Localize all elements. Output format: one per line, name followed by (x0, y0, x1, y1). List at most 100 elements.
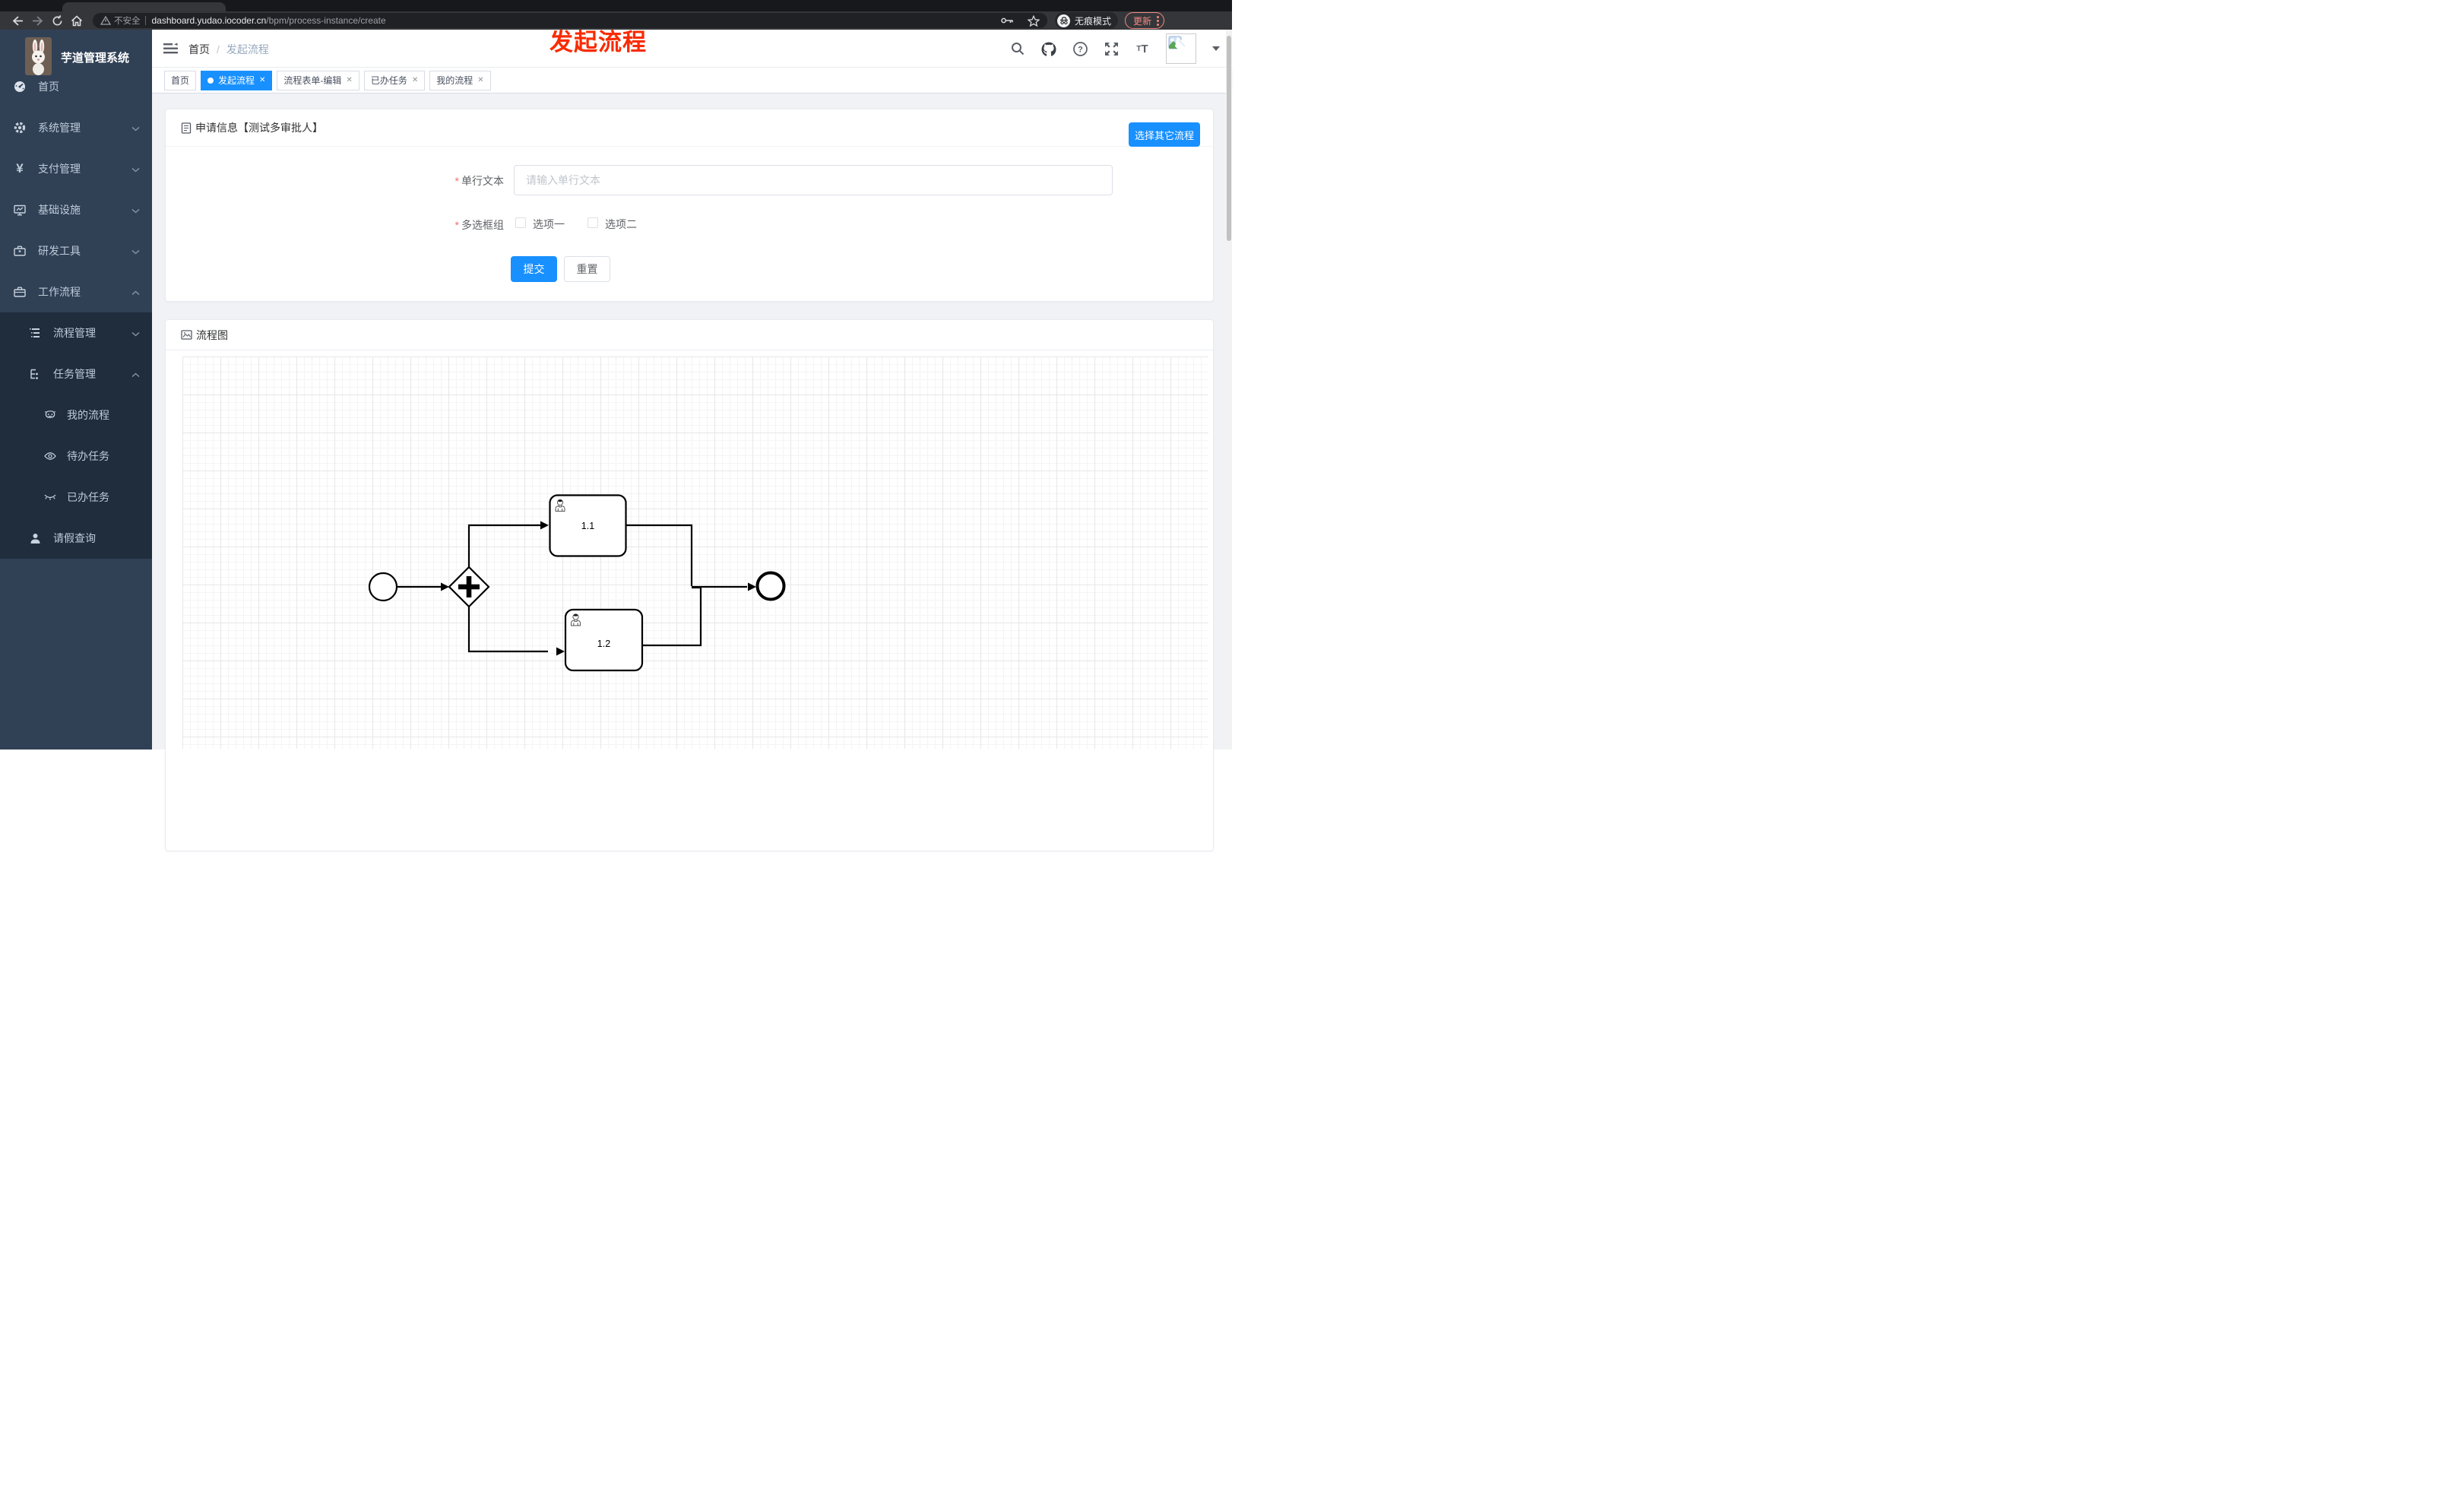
tags-view-bar: 首页 发起流程 ✕ 流程表单-编辑 ✕ 已办任务 ✕ 我的流程 ✕ (152, 68, 1232, 93)
incognito-badge: 无痕模式 (1055, 12, 1119, 29)
picture-icon (181, 330, 192, 340)
bookmark-star-icon[interactable] (1028, 14, 1040, 27)
update-chip[interactable]: 更新 (1125, 12, 1165, 29)
gear-icon (14, 122, 26, 134)
task-label: 1.1 (581, 521, 594, 531)
sidebar-item-task-management[interactable]: 任务管理 (0, 353, 152, 395)
avatar-dropdown-caret[interactable] (1212, 46, 1220, 51)
security-warning-icon (100, 16, 111, 25)
sidebar-item-leave-query[interactable]: 请假查询 (0, 518, 152, 559)
sidebar-item-payment[interactable]: ¥ 支付管理 (0, 148, 152, 189)
search-icon[interactable] (1010, 41, 1025, 56)
sidebar-item-label: 基础设施 (38, 204, 81, 216)
close-icon[interactable]: ✕ (346, 71, 352, 90)
tab-process-form-edit[interactable]: 流程表单-编辑 ✕ (277, 71, 359, 90)
chevron-up-icon (131, 368, 140, 380)
close-icon[interactable]: ✕ (259, 71, 265, 90)
tab-label: 发起流程 (218, 75, 255, 86)
chevron-up-icon (131, 286, 140, 298)
eye-open-icon (44, 450, 56, 462)
sidebar-item-infrastructure[interactable]: 基础设施 (0, 189, 152, 230)
sidebar-collapse-icon[interactable] (163, 43, 178, 55)
bpmn-user-task-1-1[interactable]: 1.1 (549, 494, 627, 557)
key-icon[interactable] (1001, 17, 1014, 24)
bpmn-parallel-gateway[interactable] (448, 566, 490, 608)
sidebar-item-dev-tools[interactable]: 研发工具 (0, 230, 152, 271)
security-label[interactable]: 不安全 (114, 14, 141, 27)
incognito-icon (1057, 14, 1070, 27)
font-size-icon[interactable]: TT (1135, 41, 1150, 56)
form-row-checkbox-group: * 多选框组 选项一 选项二 (166, 217, 1213, 232)
submit-button[interactable]: 提交 (511, 256, 557, 282)
update-label[interactable]: 更新 (1133, 14, 1151, 27)
tab-label: 流程表单-编辑 (283, 75, 342, 86)
document-icon (181, 122, 192, 134)
github-icon[interactable] (1041, 41, 1056, 56)
fullscreen-icon[interactable] (1104, 41, 1119, 56)
arrowhead (540, 521, 549, 530)
url-host: dashboard.yudao.iocoder.cn (151, 15, 267, 26)
browser-menu-icon[interactable] (1157, 15, 1160, 26)
bpmn-end-event[interactable] (755, 571, 786, 601)
sidebar-item-system[interactable]: 系统管理 (0, 107, 152, 148)
forward-icon[interactable] (27, 14, 47, 27)
close-icon[interactable]: ✕ (412, 71, 418, 90)
choose-other-process-button[interactable]: 选择其它流程 (1129, 122, 1200, 147)
checkbox-option-1[interactable] (515, 217, 526, 228)
sidebar-item-home[interactable]: 首页 (0, 66, 152, 107)
breadcrumb-current: 发起流程 (226, 43, 269, 55)
back-icon[interactable] (8, 14, 27, 27)
checkbox-option-2-label[interactable]: 选项二 (605, 217, 637, 232)
sidebar-item-my-processes[interactable]: 我的流程 (0, 395, 152, 436)
dashboard-icon (14, 81, 26, 93)
bpmn-user-task-1-2[interactable]: 1.2 (564, 608, 644, 672)
browser-active-tab[interactable] (62, 2, 226, 11)
single-line-text-input[interactable] (514, 165, 1113, 195)
sidebar-item-label: 研发工具 (38, 245, 81, 257)
tab-my-processes[interactable]: 我的流程 ✕ (429, 71, 491, 90)
checkbox-option-1-label[interactable]: 选项一 (533, 217, 565, 232)
reload-icon[interactable] (47, 14, 67, 27)
sidebar-item-label: 支付管理 (38, 163, 81, 175)
required-asterisk: * (454, 219, 459, 231)
reset-button[interactable]: 重置 (564, 256, 610, 282)
sidebar-item-process-management[interactable]: 流程管理 (0, 312, 152, 353)
checkbox-option-2[interactable] (587, 217, 598, 228)
sidebar-item-label: 流程管理 (53, 327, 96, 339)
tab-done-tasks[interactable]: 已办任务 ✕ (363, 71, 426, 90)
chevron-down-icon (131, 122, 140, 134)
sidebar: 芋道管理系统 首页 系统管理 ¥ 支付管理 基础设施 研发工具 工作流程 流程管… (0, 30, 152, 750)
window-scrollbar[interactable] (1226, 30, 1232, 750)
avatar[interactable] (1166, 33, 1196, 64)
chevron-down-icon (131, 327, 140, 339)
close-icon[interactable]: ✕ (477, 71, 483, 90)
arrowhead (441, 582, 449, 591)
sidebar-item-workflow[interactable]: 工作流程 (0, 271, 152, 312)
page-annotation: 发起流程 (549, 29, 647, 55)
flow-icon (29, 368, 41, 380)
sidebar-item-label: 已办任务 (67, 491, 109, 503)
sidebar-item-label: 待办任务 (67, 450, 109, 462)
field-label-checkbox-group: * 多选框组 (454, 219, 504, 231)
tab-start-process[interactable]: 发起流程 ✕ (201, 71, 273, 90)
sidebar-item-label: 任务管理 (53, 368, 96, 380)
flow-task1-join (626, 524, 693, 586)
main-area: 首页 / 发起流程 ? TT 首页 发起流程 ✕ 流程表单-编辑 ✕ 已办任务 … (152, 30, 1232, 851)
task-label: 1.2 (597, 639, 610, 649)
tab-home[interactable]: 首页 (164, 71, 197, 90)
bpmn-canvas[interactable]: 1.1 1.2 (182, 357, 1208, 749)
bpmn-start-event[interactable] (368, 572, 398, 602)
eye-closed-icon (44, 491, 56, 503)
person-icon (29, 532, 41, 544)
sidebar-item-done-tasks[interactable]: 已办任务 (0, 477, 152, 518)
chevron-down-icon (131, 163, 140, 175)
breadcrumb-home[interactable]: 首页 (188, 42, 210, 57)
breadcrumb-separator: / (217, 43, 220, 55)
home-icon[interactable] (67, 14, 87, 27)
sidebar-item-label: 我的流程 (67, 409, 109, 421)
sidebar-item-todo-tasks[interactable]: 待办任务 (0, 436, 152, 477)
toolbox-icon (14, 245, 26, 257)
flow-gateway-task1 (467, 524, 540, 567)
scrollbar-thumb[interactable] (1227, 36, 1231, 241)
help-icon[interactable]: ? (1072, 41, 1088, 56)
